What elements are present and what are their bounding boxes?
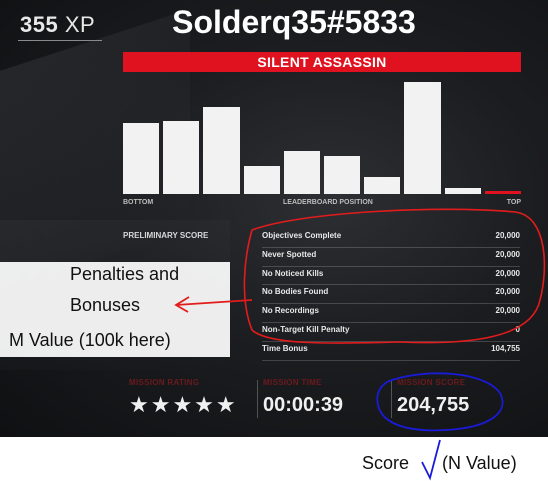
blue-check-mark [421, 439, 441, 481]
annotation-overlay [174, 208, 546, 481]
red-arrow [174, 296, 253, 313]
blue-highlight-circle [376, 372, 504, 432]
red-highlight-loop [243, 208, 546, 344]
